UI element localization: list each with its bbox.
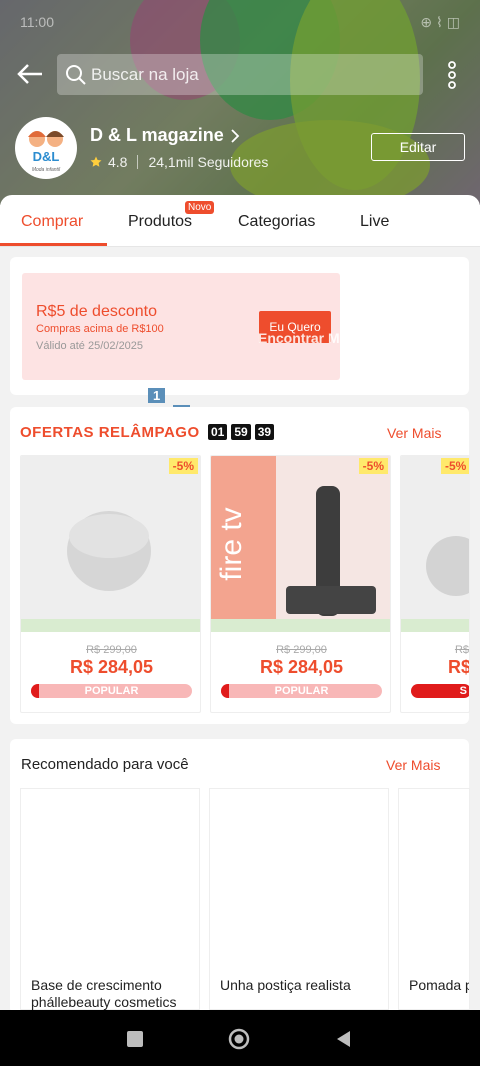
- popular-label: S: [459, 685, 467, 697]
- recommended-item-name: Base de crescimento phállebeauty cosmeti…: [31, 977, 177, 1010]
- product-banner-strip: [401, 619, 469, 632]
- popular-bar: POPULAR: [31, 684, 192, 698]
- timer-seconds: 39: [254, 424, 275, 440]
- flash-deals-title: OFERTAS RELÂMPAGO: [20, 424, 200, 441]
- popular-bar: POPULAR: [221, 684, 382, 698]
- overlay-number-1: 1: [148, 388, 166, 403]
- store-search-bar[interactable]: [57, 54, 423, 95]
- back-triangle-icon[interactable]: [333, 1028, 355, 1050]
- product-banner-strip: [21, 619, 200, 632]
- recommended-see-more-link[interactable]: Ver Mais: [386, 757, 440, 773]
- product-image: [21, 456, 200, 632]
- voucher: R$5 de desconto Compras acima de R$100 V…: [22, 273, 340, 380]
- original-price: R$: [454, 644, 469, 656]
- timer-minutes: 59: [231, 424, 251, 440]
- store-logo[interactable]: D&L Moda infantil: [15, 117, 77, 179]
- svg-text:Moda infantil: Moda infantil: [32, 167, 61, 173]
- product-image: [401, 456, 469, 632]
- popular-label: POPULAR: [84, 685, 139, 697]
- new-badge: Novo: [185, 201, 215, 214]
- store-followers: 24,1mil Seguidores: [148, 154, 269, 170]
- tab-comprar[interactable]: Comprar: [21, 213, 83, 231]
- system-navigation-bar: [0, 1010, 480, 1066]
- store-rating: 4.8: [108, 154, 128, 170]
- overlay-caption: Encontrar Minha Lo: [258, 330, 390, 346]
- status-icons: ⊕ ⌇ ◫: [420, 14, 460, 30]
- status-time: 11:00: [20, 14, 54, 30]
- popular-label: POPULAR: [274, 685, 329, 697]
- voucher-minimum: Compras acima de R$100: [36, 323, 164, 335]
- search-input[interactable]: [91, 64, 391, 85]
- recommended-item[interactable]: Pomada p clareador: [398, 788, 470, 1010]
- more-options-icon[interactable]: [444, 60, 460, 90]
- product-image: fire tv: [211, 456, 390, 632]
- voucher-title: R$5 de desconto: [36, 303, 157, 320]
- flash-see-more-link[interactable]: Ver Mais: [387, 425, 441, 441]
- recommended-item[interactable]: Base de crescimento phállebeauty cosmeti…: [20, 788, 200, 1010]
- sale-price: R$: [447, 657, 470, 677]
- store-name-link[interactable]: D & L magazine: [90, 125, 240, 146]
- countdown-timer: 01 59 39: [208, 424, 275, 440]
- store-name: D & L magazine: [90, 125, 224, 145]
- recents-square-icon[interactable]: [124, 1028, 146, 1050]
- original-price: R$ 299,00: [276, 644, 327, 656]
- store-page: 11:00 ⊕ ⌇ ◫ D&L Moda infantil D & L maga…: [0, 0, 480, 1066]
- recommended-item[interactable]: Unha postiça realista: [209, 788, 389, 1010]
- status-bar: 11:00 ⊕ ⌇ ◫: [20, 14, 460, 34]
- edit-button[interactable]: Editar: [371, 133, 465, 161]
- product-card[interactable]: -5% R$ 299,00 R$ 284,05 POPULAR: [20, 455, 201, 713]
- popular-bar: S: [411, 684, 469, 698]
- tab-categorias[interactable]: Categorias: [238, 213, 315, 231]
- svg-text:fire tv: fire tv: [215, 507, 248, 580]
- discount-badge: -5%: [168, 458, 198, 474]
- chevron-right-icon: [231, 128, 239, 143]
- store-stats: 4.8 24,1mil Seguidores: [90, 154, 268, 170]
- tab-live[interactable]: Live: [360, 213, 389, 231]
- store-tabs: Comprar Produtos Novo Categorias Live: [0, 195, 480, 247]
- timer-hours: 01: [208, 424, 228, 440]
- svg-text:D&L: D&L: [33, 149, 60, 164]
- search-icon: [66, 64, 86, 85]
- original-price: R$ 299,00: [86, 644, 137, 656]
- discount-badge: -5%: [441, 458, 469, 474]
- product-card[interactable]: -5% R$ R$ S: [400, 455, 470, 713]
- star-icon: [90, 156, 102, 167]
- tab-produtos[interactable]: Produtos: [128, 213, 192, 231]
- back-arrow-icon[interactable]: [14, 58, 46, 90]
- sale-price: R$ 284,05: [69, 657, 154, 677]
- discount-badge: -5%: [358, 458, 388, 474]
- recommended-title: Recomendado para você: [21, 756, 189, 773]
- product-card[interactable]: fire tv -5% R$ 299,00 R$ 284,05 POPULAR: [210, 455, 391, 713]
- sale-price: R$ 284,05: [259, 657, 344, 677]
- product-banner-strip: [211, 619, 390, 632]
- recommended-item-name: Pomada p clareador: [409, 977, 469, 993]
- active-tab-indicator: [0, 243, 107, 246]
- home-circle-icon[interactable]: [228, 1028, 250, 1050]
- recommended-item-name: Unha postiça realista: [220, 977, 351, 993]
- voucher-validity: Válido até 25/02/2025: [36, 340, 144, 352]
